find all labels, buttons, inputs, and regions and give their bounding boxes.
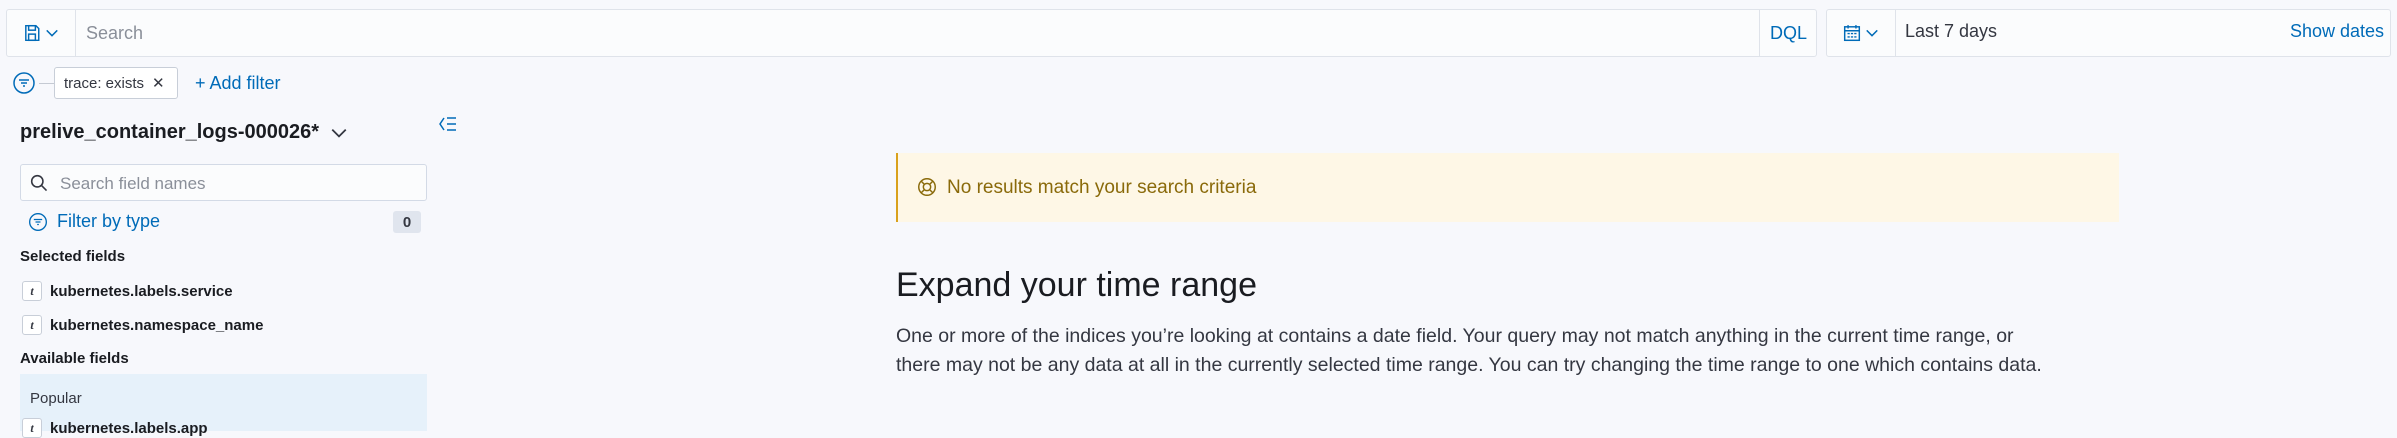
popular-label: Popular (30, 390, 82, 407)
chevron-down-icon (46, 29, 58, 37)
search-input[interactable] (84, 16, 1754, 50)
search-icon (30, 174, 48, 192)
string-type-icon: t (22, 281, 42, 301)
show-dates-button[interactable]: Show dates (2290, 21, 2384, 42)
divider (75, 10, 76, 56)
page-title: Expand your time range (896, 266, 1257, 304)
chevron-down-icon[interactable] (330, 124, 348, 142)
divider (39, 83, 54, 84)
quick-date-menu-button[interactable] (1828, 10, 1894, 56)
filter-pill[interactable]: trace: exists ✕ (54, 67, 178, 99)
field-item[interactable]: t kubernetes.labels.service (22, 281, 233, 301)
collapse-sidebar-icon[interactable] (438, 115, 460, 135)
field-item[interactable]: t kubernetes.labels.app (22, 418, 208, 438)
query-language-button[interactable]: DQL (1760, 10, 1817, 56)
divider (1895, 10, 1896, 56)
save-icon (25, 24, 40, 42)
available-fields-title: Available fields (20, 350, 129, 367)
filter-menu-icon[interactable] (12, 71, 36, 95)
filter-by-type-button[interactable]: Filter by type (28, 211, 160, 232)
close-icon[interactable]: ✕ (152, 74, 165, 92)
field-search-input[interactable] (58, 171, 422, 197)
chevron-down-icon (1866, 29, 1878, 37)
filter-pill-label: trace: exists (64, 74, 145, 92)
field-name: kubernetes.namespace_name (50, 316, 264, 334)
help-icon (916, 176, 938, 198)
field-item[interactable]: t kubernetes.namespace_name (22, 315, 263, 335)
description-line: One or more of the indices you’re lookin… (896, 325, 2014, 347)
date-range-label[interactable]: Last 7 days (1905, 21, 1997, 42)
string-type-icon: t (22, 418, 42, 438)
description-text: One or more of the indices you’re lookin… (896, 322, 2136, 380)
filter-by-type-label: Filter by type (57, 211, 161, 231)
selected-fields-title: Selected fields (20, 248, 126, 265)
calendar-icon (1843, 25, 1861, 42)
filter-count-badge: 0 (393, 211, 421, 233)
callout-text: No results match your search criteria (947, 177, 1257, 198)
field-search (20, 164, 427, 201)
field-name: kubernetes.labels.service (50, 282, 233, 300)
field-name: kubernetes.labels.app (50, 419, 208, 437)
description-line: there may not be any data at all in the … (896, 354, 2042, 376)
index-pattern-title[interactable]: prelive_container_logs-000026* (20, 121, 319, 144)
saved-queries-button[interactable] (8, 10, 74, 56)
filter-icon (29, 212, 47, 231)
add-filter-button[interactable]: + Add filter (195, 73, 281, 94)
string-type-icon: t (22, 315, 42, 335)
